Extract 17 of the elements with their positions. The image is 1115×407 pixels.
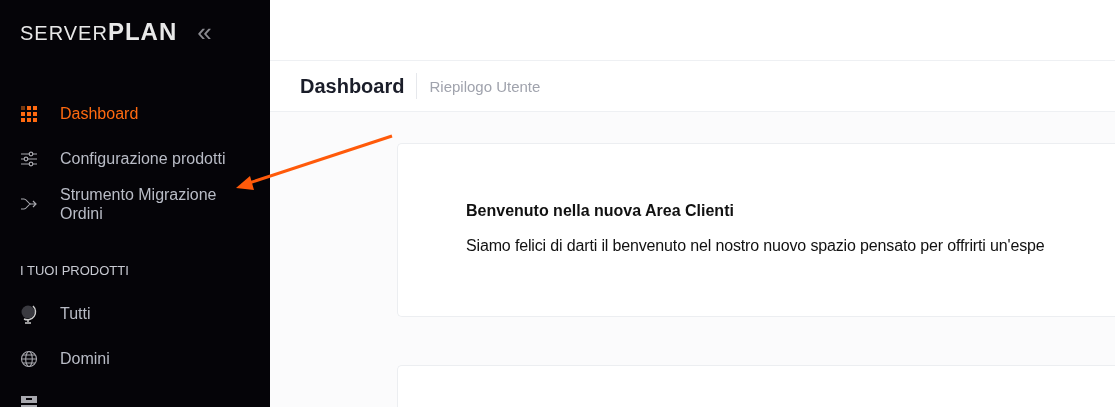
globe-icon (20, 349, 38, 368)
card-text: Siamo felici di darti il benvenuto nel nostro nuovo spazio pensato per offrirti un'espe (466, 237, 1046, 255)
page-title: Dashboard (300, 74, 405, 98)
card-title: Benvenuto nella nuova Area Clienti (466, 202, 735, 220)
nav-item[interactable]: Strumento Migrazione Ordini (0, 182, 270, 225)
nav-item[interactable]: Dashboard (0, 92, 270, 135)
nav-item[interactable]: Tutti (0, 292, 270, 335)
page-subtitle: Riepilogo Utente (429, 77, 541, 95)
section-title: I TUOI PRODOTTI (19, 262, 130, 280)
collapse-button[interactable]: « (197, 19, 212, 45)
desk-globe-icon (20, 303, 38, 324)
logo[interactable]: SERVERPLAN (20, 18, 178, 46)
nav-item[interactable]: Configurazione prodotti (0, 137, 270, 180)
merge-arrow-icon (20, 196, 38, 211)
nav-item[interactable]: Domini (0, 337, 270, 380)
sliders-icon (20, 150, 38, 167)
grid-icon (20, 105, 38, 122)
